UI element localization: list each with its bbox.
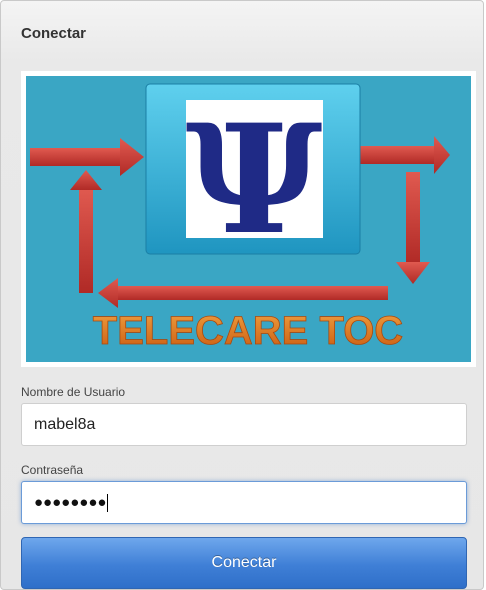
login-panel: Conectar Ψ TELECARE TOC Nombre de Usuari… — [0, 0, 484, 590]
password-field[interactable]: ●●●●●●●● — [21, 481, 467, 524]
logo-text: TELECARE TOC — [93, 309, 403, 353]
text-caret — [107, 493, 109, 512]
username-field[interactable]: mabel8a — [21, 403, 467, 446]
logo-frame: Ψ TELECARE TOC — [21, 71, 476, 367]
psi-symbol: Ψ — [186, 92, 323, 268]
telecare-toc-logo: Ψ TELECARE TOC — [26, 76, 471, 362]
password-label: Contraseña — [21, 463, 84, 477]
panel-title: Conectar — [21, 25, 87, 42]
username-value: mabel8a — [34, 416, 96, 433]
username-label: Nombre de Usuario — [21, 385, 126, 399]
password-value: ●●●●●●●● — [34, 494, 107, 511]
connect-button[interactable]: Conectar — [21, 537, 467, 589]
